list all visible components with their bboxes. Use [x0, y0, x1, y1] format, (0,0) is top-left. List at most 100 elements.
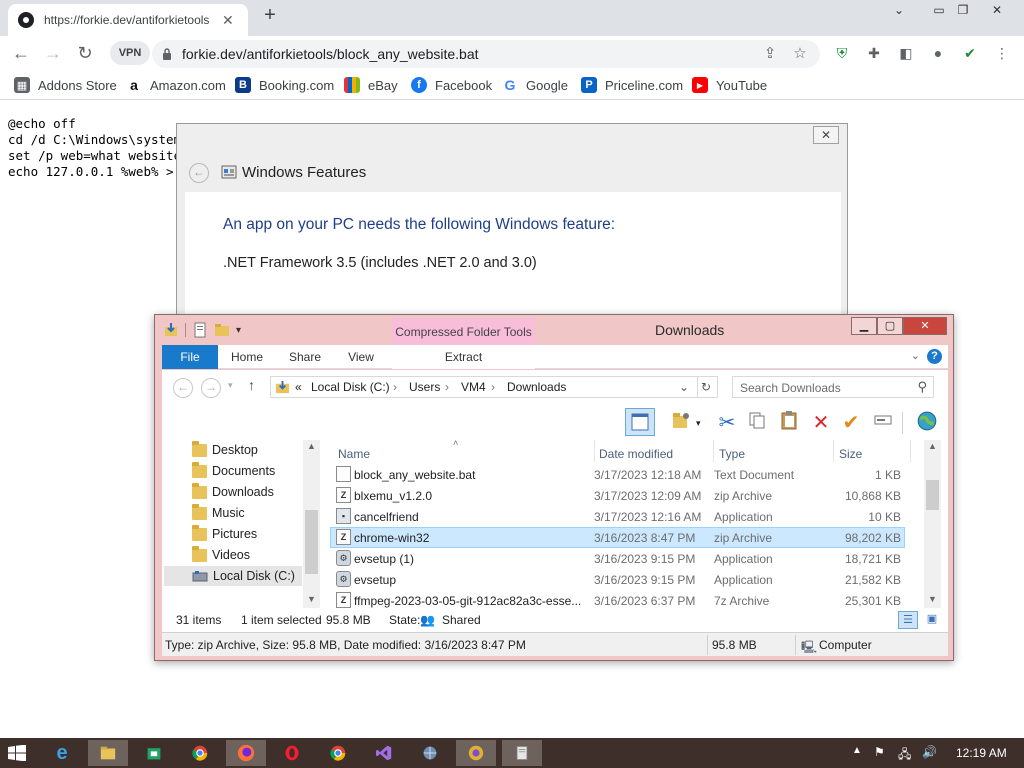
shield-extension-icon[interactable]: ⛨ — [832, 43, 852, 63]
reload-icon[interactable]: ↻ — [72, 40, 98, 66]
bookmark-ebay[interactable]: eBay — [344, 75, 398, 95]
chevron-down-icon[interactable]: ⌄ — [884, 0, 914, 22]
nav-item-desktop[interactable]: Desktop — [192, 440, 258, 460]
large-icons-view-icon[interactable]: ▣ — [922, 611, 942, 629]
new-tab-icon[interactable]: + — [258, 4, 282, 28]
tab-extract[interactable]: Extract — [392, 345, 535, 369]
nav-item-downloads[interactable]: Downloads — [192, 482, 274, 502]
dialog-close-button[interactable]: ✕ — [813, 126, 839, 144]
breadcrumb-local-disk[interactable]: Local Disk (C:) — [311, 380, 390, 394]
search-input[interactable]: Search Downloads ⚲ — [732, 376, 934, 398]
file-row[interactable]: ⚙ evsetup (1) 3/16/2023 9:15 PM Applicat… — [330, 548, 905, 569]
details-view-icon[interactable]: ☰ — [898, 611, 918, 629]
tab-file[interactable]: File — [162, 345, 218, 369]
file-row[interactable]: Z blxemu_v1.2.0 3/17/2023 12:09 AM zip A… — [330, 485, 905, 506]
start-windows-icon[interactable] — [8, 745, 26, 761]
nav-item-pictures[interactable]: Pictures — [192, 524, 257, 544]
share-icon[interactable]: ⇪ — [760, 44, 780, 64]
refresh-icon[interactable]: ↻ — [701, 380, 711, 394]
search-icon[interactable]: ⚲ — [917, 379, 927, 395]
bookmark-amazon[interactable]: a Amazon.com — [126, 75, 226, 95]
bookmark-priceline[interactable]: P Priceline.com — [581, 75, 683, 95]
windows-features-taskbar-icon[interactable] — [456, 740, 496, 766]
checkmark-icon[interactable]: ✔ — [838, 410, 864, 436]
recent-locations-chevron-icon[interactable]: ▾ — [228, 380, 233, 391]
copy-icon[interactable] — [744, 410, 770, 436]
bookmark-addons-store[interactable]: ▦ Addons Store — [14, 75, 117, 95]
breadcrumb-overflow[interactable]: « — [295, 380, 302, 394]
tab-share[interactable]: Share — [282, 345, 328, 369]
file-row-selected[interactable]: Z chrome-win32 3/16/2023 8:47 PM zip Arc… — [330, 527, 905, 548]
nav-item-local-disk[interactable]: Local Disk (C:) — [164, 566, 302, 586]
back-arrow-icon[interactable]: ← — [173, 378, 193, 398]
file-row[interactable]: ▪ cancelfriend 3/17/2023 12:16 AM Applic… — [330, 506, 905, 527]
chrome-icon[interactable] — [318, 740, 358, 766]
vpn-button[interactable]: VPN — [110, 41, 150, 65]
minimize-button[interactable]: ▁ — [851, 317, 877, 335]
address-history-chevron-icon[interactable]: ⌄ — [679, 380, 689, 394]
file-row[interactable]: ⚙ evsetup 3/16/2023 9:15 PM Application … — [330, 569, 905, 590]
scroll-thumb[interactable] — [305, 510, 318, 574]
paste-clipboard-icon[interactable] — [776, 410, 802, 436]
more-menu-icon[interactable]: ⋮ — [992, 43, 1012, 63]
breadcrumb-downloads[interactable]: Downloads — [507, 380, 566, 394]
network-icon[interactable]: 🖧 — [898, 745, 911, 766]
help-icon[interactable]: ? — [927, 349, 942, 364]
forward-arrow-icon[interactable]: → — [201, 378, 221, 398]
column-header-size[interactable]: Size — [839, 447, 862, 461]
tab-view[interactable]: View — [338, 345, 384, 369]
folder-options-icon[interactable] — [668, 410, 694, 436]
breadcrumb-users[interactable]: Users — [409, 380, 440, 394]
file-row[interactable]: block_any_website.bat 3/17/2023 12:18 AM… — [330, 464, 905, 485]
browser-tab[interactable]: https://forkie.dev/antiforkietools ✕ — [8, 4, 248, 36]
scroll-thumb[interactable] — [926, 480, 939, 510]
action-center-flag-icon[interactable]: ⚑ — [874, 745, 885, 759]
visual-studio-icon[interactable] — [364, 740, 404, 766]
column-header-name[interactable]: Name — [338, 447, 370, 461]
properties-icon[interactable] — [192, 322, 208, 338]
file-list-scrollbar[interactable]: ▲ ▼ — [924, 440, 941, 608]
opera-icon[interactable] — [272, 740, 312, 766]
up-arrow-icon[interactable]: ↑ — [248, 377, 255, 393]
back-arrow-icon[interactable]: ← — [189, 163, 209, 183]
document-taskbar-icon[interactable] — [502, 740, 542, 766]
rename-icon[interactable] — [870, 410, 896, 436]
breadcrumb-vm4[interactable]: VM4 — [461, 380, 486, 394]
taskbar-clock[interactable]: 12:19 AM — [956, 746, 1007, 760]
file-row[interactable]: Z ffmpeg-2023-03-05-git-912ac82a3c-esse.… — [330, 590, 905, 608]
security-check-icon[interactable]: ✔ — [960, 43, 980, 63]
bookmark-booking[interactable]: B Booking.com — [235, 75, 334, 95]
address-breadcrumb-bar[interactable]: « Local Disk (C:) › Users › VM4 › Downlo… — [270, 376, 718, 398]
column-header-date-modified[interactable]: Date modified — [599, 447, 673, 461]
chrome-icon[interactable] — [180, 740, 220, 766]
bookmark-google[interactable]: G Google — [502, 75, 568, 95]
nav-item-documents[interactable]: Documents — [192, 461, 275, 481]
globe-network-icon[interactable] — [410, 740, 450, 766]
side-panel-icon[interactable]: ◧ — [896, 43, 916, 63]
customize-toolbar-chevron-icon[interactable]: ▾ — [236, 325, 241, 336]
chevron-down-icon[interactable]: ▾ — [696, 418, 701, 429]
profile-avatar-icon[interactable]: ● — [928, 43, 948, 63]
delete-x-icon[interactable]: ✕ — [808, 410, 834, 436]
expand-ribbon-chevron-icon[interactable]: ⌄ — [911, 349, 920, 362]
volume-icon[interactable]: 🔊 — [922, 745, 937, 759]
globe-icon[interactable] — [914, 410, 940, 436]
firefox-icon[interactable] — [226, 740, 266, 766]
cut-scissors-icon[interactable]: ✂ — [714, 410, 740, 436]
puzzle-extensions-icon[interactable]: ✚ — [864, 43, 884, 63]
new-folder-icon[interactable] — [214, 322, 230, 338]
bookmark-facebook[interactable]: f Facebook — [411, 75, 492, 95]
maximize-button[interactable]: ▢ — [877, 317, 903, 335]
tab-home[interactable]: Home — [224, 345, 270, 369]
file-explorer-taskbar-icon[interactable] — [88, 740, 128, 766]
close-tab-icon[interactable]: ✕ — [222, 12, 234, 29]
store-icon[interactable] — [134, 740, 174, 766]
bookmark-youtube[interactable]: ▶ YouTube — [692, 75, 767, 95]
nav-item-music[interactable]: Music — [192, 503, 245, 523]
preview-pane-icon[interactable] — [625, 408, 655, 436]
address-bar[interactable]: forkie.dev/antiforkietools/block_any_web… — [152, 40, 820, 68]
close-button[interactable]: ✕ — [903, 317, 947, 335]
forward-arrow-icon[interactable]: → — [40, 40, 66, 66]
close-window-icon[interactable]: ✕ — [982, 0, 1012, 22]
bookmark-star-icon[interactable]: ☆ — [790, 44, 810, 64]
